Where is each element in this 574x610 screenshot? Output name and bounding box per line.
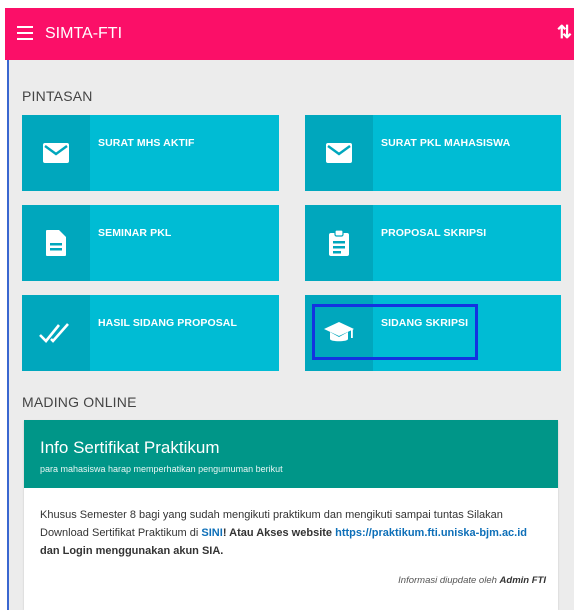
document-icon: [22, 205, 90, 281]
double-check-icon: [22, 295, 90, 371]
sort-icon[interactable]: ⇅: [557, 22, 572, 43]
tile-label: HASIL SIDANG PROPOSAL: [98, 317, 238, 329]
clipboard-icon: [305, 205, 373, 281]
section-title-mading-online: MADING ONLINE: [22, 394, 137, 410]
updated-by-prefix: Informasi diupdate oleh: [398, 575, 500, 586]
mail-icon: [305, 115, 373, 191]
top-app-bar: SIMTA-FTI ⇅: [5, 8, 574, 60]
tile-hasil-sidang-proposal[interactable]: HASIL SIDANG PROPOSAL: [22, 295, 279, 371]
announcement-text-bold: ! Atau Akses website: [222, 527, 336, 539]
updated-by-admin: Admin FTI: [499, 575, 546, 586]
announcement-header: Info Sertifikat Praktikum para mahasiswa…: [24, 420, 558, 488]
mail-icon: [22, 115, 90, 191]
section-title-pintasan: PINTASAN: [22, 88, 93, 104]
tile-proposal-skripsi[interactable]: PROPOSAL SKRIPSI: [305, 205, 561, 281]
tile-label: PROPOSAL SKRIPSI: [381, 227, 487, 239]
menu-icon[interactable]: [17, 26, 33, 40]
tile-label: SEMINAR PKL: [98, 227, 172, 239]
tile-label: SURAT MHS AKTIF: [98, 137, 195, 149]
announcement-subtitle: para mahasiswa harap memperhatikan pengu…: [40, 464, 283, 474]
announcement-text-bold: dan Login menggunakan akun SIA.: [40, 545, 224, 557]
tile-surat-mhs-aktif[interactable]: SURAT MHS AKTIF: [22, 115, 279, 191]
tile-seminar-pkl[interactable]: SEMINAR PKL: [22, 205, 279, 281]
praktikum-website-link[interactable]: https://praktikum.fti.uniska-bjm.ac.id: [335, 527, 527, 539]
app-title: SIMTA-FTI: [45, 25, 123, 42]
updated-by-note: Informasi diupdate oleh Admin FTI: [398, 575, 546, 586]
app-frame: SIMTA-FTI ⇅ PINTASAN SURAT MHS AKTIF SUR…: [0, 0, 574, 610]
selection-highlight: [312, 304, 478, 360]
announcement-body: Khusus Semester 8 bagi yang sudah mengik…: [40, 506, 546, 560]
announcement-title: Info Sertifikat Praktikum: [40, 438, 220, 457]
announcement-card: Info Sertifikat Praktikum para mahasiswa…: [24, 420, 558, 610]
tile-surat-pkl-mahasiswa[interactable]: SURAT PKL MAHASISWA: [305, 115, 561, 191]
sini-link[interactable]: SINI: [201, 527, 222, 539]
tile-label: SURAT PKL MAHASISWA: [381, 137, 511, 149]
